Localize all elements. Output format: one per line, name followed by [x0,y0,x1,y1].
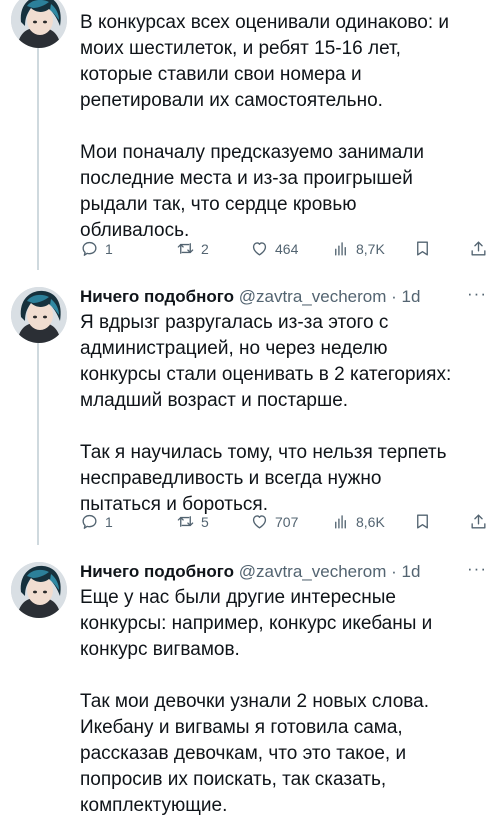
text-line: Так я научилась тому, что нельзя терпеть [80,442,447,463]
tweet-time[interactable]: · 1d [391,562,420,581]
bookmark-button[interactable] [413,512,432,531]
retweet-button[interactable]: 5 [176,512,209,531]
like-count: 707 [275,513,299,530]
tweet-paragraph: Еще у нас были другие интересные конкурс… [80,585,485,663]
text-line: репетировали их самостоятельно. [80,90,383,111]
author-handle[interactable]: @zavtra_vecherom [239,287,387,306]
tweet-paragraph: Так я научилась тому, что нельзя терпеть… [80,440,485,518]
text-line: администрацией, но через неделю [80,338,388,359]
tweet-header: Ничего подобного @zavtra_vecherom · 1d [80,561,420,583]
like-button[interactable]: 464 [250,239,298,258]
tweet-3: Ничего подобного @zavtra_vecherom · 1d ·… [0,545,501,816]
action-bar: 1 2 464 8,7K [80,239,488,263]
text-line: конкурс вигвамов. [80,639,240,660]
tweet-paragraph: В конкурсах всех оценивали одинаково: и … [80,10,485,114]
views-button[interactable]: 8,6K [331,512,385,531]
share-icon [471,514,486,529]
text-line: обливалось. [80,220,190,241]
more-icon[interactable]: ··· [467,284,487,304]
reply-button[interactable]: 1 [80,512,113,531]
avatar[interactable] [11,0,67,48]
like-icon [252,515,267,529]
views-icon [335,515,346,529]
retweet-count: 2 [201,240,209,257]
text-line: Икебану и вигвамы я готовила сама, [80,717,403,738]
text-line: Я вдрызг разругалась из-за этого с [80,312,389,333]
text-line: Мои поначалу предсказуемо занимали [80,142,424,163]
author-name[interactable]: Ничего подобного [80,562,234,581]
reply-count: 1 [105,513,113,530]
share-icon [471,241,486,256]
text-line: конкурсы стали оценивать в 2 категориях: [80,364,452,385]
tweet-time[interactable]: · 1d [391,287,420,306]
views-count: 8,6K [356,513,385,530]
more-icon[interactable]: ··· [467,559,487,579]
thread-line [37,48,39,270]
retweet-count: 5 [201,513,209,530]
author-handle[interactable]: @zavtra_vecherom [239,562,387,581]
tweet-1: В конкурсах всех оценивали одинаково: и … [0,0,501,270]
share-button[interactable] [469,239,488,258]
text-line: конкурсы: например, конкурс икебаны и [80,613,433,634]
bookmark-icon [417,514,428,529]
tweet-text: Еще у нас были другие интересные конкурс… [80,585,485,819]
text-line: моих шестилеток, и ребят 15-16 лет, [80,38,401,59]
text-line: попросив их поискать, так сказать, [80,769,387,790]
action-bar: 1 5 707 8,6K [80,512,488,536]
reply-count: 1 [105,240,113,257]
views-button[interactable]: 8,7K [331,239,385,258]
text-line: которые ставили свои номера и [80,64,362,85]
retweet-icon [177,516,194,527]
retweet-button[interactable]: 2 [176,239,209,258]
reply-icon [82,514,97,529]
thread-line [37,342,39,545]
avatar[interactable] [11,562,67,618]
tweet-paragraph: Я вдрызг разругалась из-за этого с админ… [80,310,485,414]
avatar[interactable] [11,287,67,343]
tweet-text: В конкурсах всех оценивали одинаково: и … [80,10,485,244]
author-name[interactable]: Ничего подобного [80,287,234,306]
tweet-paragraph: Мои поначалу предсказуемо занимали после… [80,140,485,244]
tweet-header: Ничего подобного @zavtra_vecherom · 1d [80,286,420,308]
bookmark-button[interactable] [413,239,432,258]
views-count: 8,7K [356,240,385,257]
tweet-2: Ничего подобного @zavtra_vecherom · 1d ·… [0,270,501,545]
text-line: рыдали так, что сердце кровью [80,194,357,215]
text-line: Еще у нас были другие интересные [80,587,396,608]
text-line: рассказав девочкам, что это такое, и [80,743,407,764]
text-line: комплектующие. [80,795,228,816]
reply-icon [82,241,97,256]
tweet-text: Я вдрызг разругалась из-за этого с админ… [80,310,485,518]
text-line: младший возраст и постарше. [80,390,349,411]
share-button[interactable] [469,512,488,531]
retweet-icon [177,243,194,254]
reply-button[interactable]: 1 [80,239,113,258]
views-icon [335,242,346,256]
text-line: Так мои девочки узнали 2 новых слова. [80,691,429,712]
like-count: 464 [275,240,299,257]
like-icon [252,242,267,256]
like-button[interactable]: 707 [250,512,298,531]
bookmark-icon [417,241,428,256]
text-line: несправедливость и всегда нужно [80,468,382,489]
text-line: последние места и из-за проигрышей [80,168,413,189]
text-line: В конкурсах всех оценивали одинаково: и [80,12,450,33]
